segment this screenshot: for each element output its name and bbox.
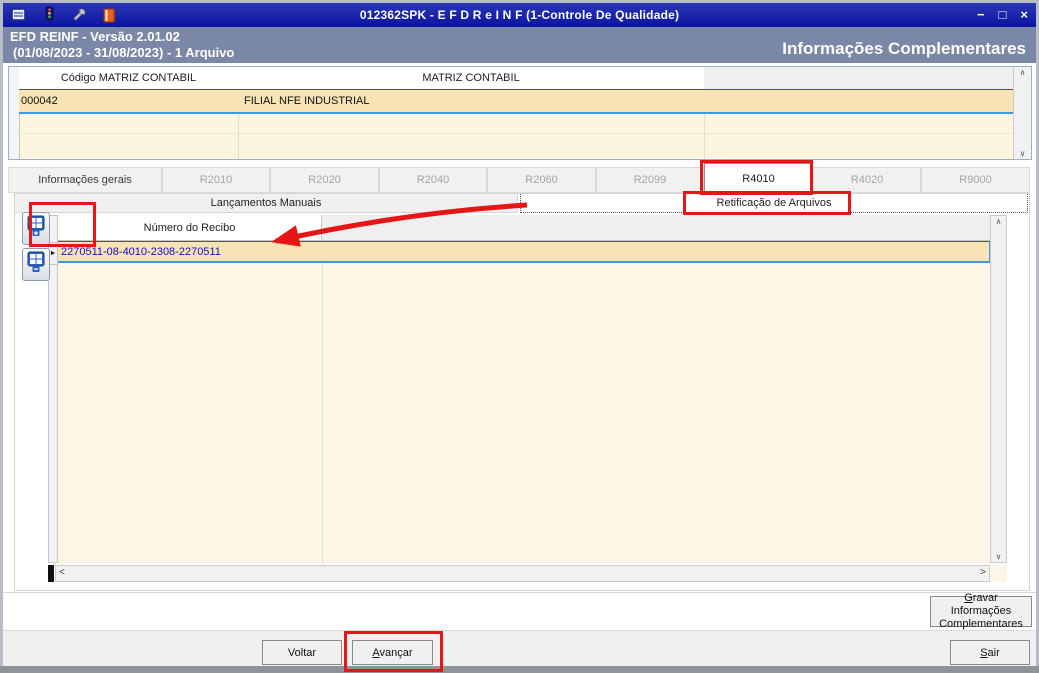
app-version-label: EFD REINF - Versão 2.01.02 bbox=[10, 29, 180, 44]
grid-vertical-scrollbar[interactable]: ∧ ∨ bbox=[990, 215, 1007, 563]
wrench-icon[interactable] bbox=[69, 5, 89, 25]
tab-r2010[interactable]: R2010 bbox=[162, 167, 270, 193]
grid-body: 2270511-08-4010-2308-2270511 bbox=[58, 241, 990, 563]
table-minus-icon bbox=[27, 251, 45, 278]
voltar-button[interactable]: Voltar bbox=[262, 640, 342, 665]
matrix-header-filler bbox=[704, 67, 1014, 90]
scroll-up-icon[interactable]: ∧ bbox=[1014, 68, 1031, 77]
form-icon[interactable] bbox=[9, 5, 29, 25]
grid-header-filler bbox=[322, 215, 990, 241]
grid-horizontal-scrollbar[interactable]: < > bbox=[55, 565, 990, 582]
grid-row-recibo[interactable]: 2270511-08-4010-2308-2270511 bbox=[58, 241, 990, 263]
scroll-down-icon[interactable]: ∨ bbox=[991, 552, 1006, 561]
close-icon[interactable]: × bbox=[1020, 3, 1028, 27]
book-icon[interactable] bbox=[99, 5, 119, 25]
row-pointer-icon: ► bbox=[49, 242, 57, 265]
scroll-down-icon[interactable]: ∨ bbox=[1014, 149, 1031, 158]
separator bbox=[3, 592, 1036, 593]
matrix-cell-nome: FILIAL NFE INDUSTRIAL bbox=[244, 95, 370, 107]
window-title: 012362SPK - E F D R e I N F (1-Controle … bbox=[359, 8, 680, 22]
matrix-column-header-nome: MATRIZ CONTABIL bbox=[238, 67, 705, 90]
matrix-gridline bbox=[19, 133, 1014, 134]
grid-corner-grip bbox=[48, 565, 54, 582]
matrix-table: Código MATRIZ CONTABIL MATRIZ CONTABIL 0… bbox=[8, 66, 1032, 160]
titlebar-toolbar bbox=[9, 5, 119, 25]
traffic-light-icon[interactable] bbox=[39, 5, 59, 25]
tab-r2020[interactable]: R2020 bbox=[270, 167, 379, 193]
window-frame-bottom bbox=[0, 666, 1039, 673]
tab-r9000[interactable]: R9000 bbox=[921, 167, 1030, 193]
bottom-bar bbox=[3, 630, 1036, 667]
tab-r2099[interactable]: R2099 bbox=[596, 167, 704, 193]
scroll-left-icon[interactable]: < bbox=[59, 567, 65, 578]
avancar-button[interactable]: Avançar bbox=[352, 640, 433, 665]
table-row[interactable]: 000042 FILIAL NFE INDUSTRIAL bbox=[19, 89, 1014, 114]
matrix-column-header-codigo: Código MATRIZ CONTABIL bbox=[19, 67, 239, 90]
titlebar: 012362SPK - E F D R e I N F (1-Controle … bbox=[3, 3, 1036, 27]
header-band: EFD REINF - Versão 2.01.02 (01/08/2023 -… bbox=[3, 27, 1036, 63]
gravar-informacoes-complementares-button[interactable]: Gravar Informações Complementares bbox=[930, 592, 1032, 630]
tab-r2040[interactable]: R2040 bbox=[379, 167, 487, 193]
grid-scroll-corner bbox=[990, 565, 1007, 582]
page-title: Informações Complementares bbox=[782, 39, 1026, 58]
grid-gridline bbox=[322, 241, 323, 563]
table-plus-icon bbox=[27, 215, 45, 242]
scroll-right-icon[interactable]: > bbox=[980, 567, 986, 578]
window-controls: − □ × bbox=[977, 3, 1028, 27]
minimize-icon[interactable]: − bbox=[977, 3, 985, 27]
tab-r4010[interactable]: R4010 bbox=[704, 163, 813, 193]
period-label: (01/08/2023 - 31/08/2023) - 1 Arquivo bbox=[13, 45, 235, 60]
maximize-icon[interactable]: □ bbox=[999, 3, 1007, 27]
tab-r4020[interactable]: R4020 bbox=[813, 167, 921, 193]
scroll-up-icon[interactable]: ∧ bbox=[991, 217, 1006, 226]
matrix-cell-codigo: 000042 bbox=[21, 95, 58, 107]
grid-column-header-recibo: Número do Recibo bbox=[58, 215, 322, 241]
tab-informacoes-gerais[interactable]: Informações gerais bbox=[8, 167, 162, 193]
sair-button[interactable]: Sair bbox=[950, 640, 1030, 665]
tab-r2060[interactable]: R2060 bbox=[487, 167, 596, 193]
grid-indicator-header bbox=[49, 216, 57, 243]
insert-row-button[interactable] bbox=[22, 212, 50, 245]
gravar-button-line1: Gravar Informações bbox=[950, 592, 1012, 617]
matrix-vertical-scrollbar[interactable]: ∧ ∨ bbox=[1013, 67, 1031, 159]
delete-row-button[interactable] bbox=[22, 248, 50, 281]
